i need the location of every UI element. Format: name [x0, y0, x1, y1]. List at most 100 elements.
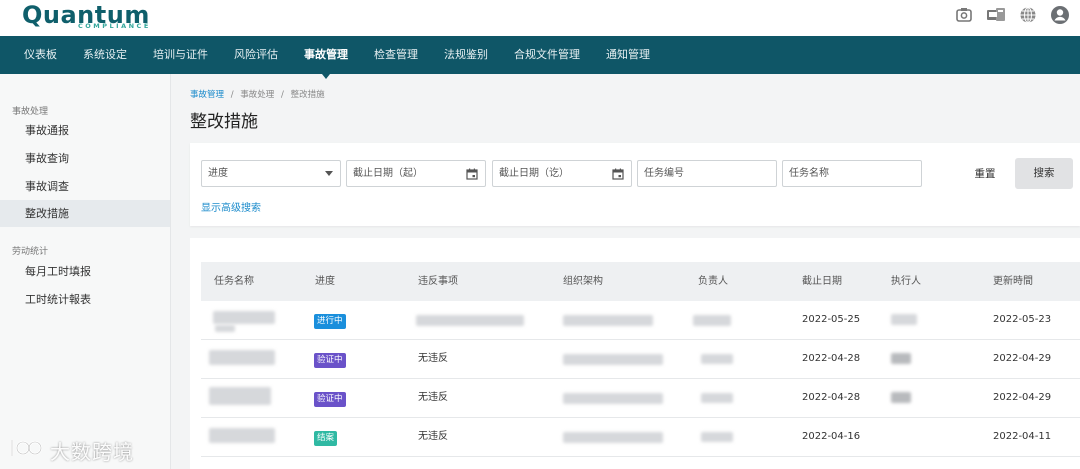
results-table: 任务名称 进度 违反事项 组织架构 负责人 截止日期 执行人 更新時間 进行中 … — [190, 238, 1080, 469]
due-date-from-field[interactable]: 截止日期（起） — [346, 160, 486, 187]
breadcrumb: 事故管理 / 事故处理 / 整改措施 — [190, 88, 325, 100]
nav-item-notifications[interactable]: 通知管理 — [606, 36, 650, 74]
column-header-violation[interactable]: 违反事项 — [418, 262, 458, 301]
redacted-executor — [891, 314, 917, 325]
redacted-task-name — [213, 311, 275, 324]
top-bar: Quantum COMPLIANCE — [0, 0, 1080, 36]
redacted-task-name — [215, 325, 235, 332]
nav-item-training[interactable]: 培训与证件 — [153, 36, 208, 74]
due-date-to-field[interactable]: 截止日期（讫） — [492, 160, 632, 187]
redacted-organization — [563, 432, 663, 443]
progress-select[interactable]: 进度 — [201, 160, 341, 187]
updated-cell: 2022-04-29 — [993, 392, 1052, 403]
due-date-cell: 2022-04-28 — [802, 392, 861, 403]
violation-cell: 无违反 — [418, 353, 448, 364]
updated-cell: 2022-04-11 — [993, 431, 1052, 442]
task-name-input[interactable]: 任务名称 — [782, 160, 922, 187]
column-header-progress[interactable]: 进度 — [315, 262, 335, 301]
updated-cell: 2022-05-23 — [993, 314, 1052, 325]
sidebar-group-title: 劳动统计 — [12, 247, 49, 257]
breadcrumb-item[interactable]: 事故管理 — [190, 90, 224, 100]
redacted-executor — [891, 353, 911, 364]
status-badge: 验证中 — [314, 353, 346, 368]
redacted-owner — [701, 354, 733, 364]
device-icon[interactable] — [986, 5, 1006, 25]
sidebar-group-title: 事故处理 — [12, 107, 49, 117]
redacted-task-name — [209, 387, 271, 405]
redacted-violation — [416, 315, 524, 326]
due-date-from-placeholder: 截止日期（起） — [353, 168, 423, 179]
redacted-organization — [563, 354, 663, 365]
nav-item-regulation[interactable]: 法规鉴别 — [444, 36, 488, 74]
top-icons — [954, 5, 1070, 25]
violation-cell: 无违反 — [418, 392, 448, 403]
due-date-cell: 2022-04-28 — [802, 353, 861, 364]
redacted-owner — [701, 393, 733, 403]
search-button[interactable]: 搜索 — [1015, 158, 1073, 189]
redacted-task-name — [209, 350, 275, 365]
redacted-organization — [563, 393, 663, 404]
redacted-owner — [701, 432, 733, 442]
nav-item-compliance-docs[interactable]: 合规文件管理 — [514, 36, 580, 74]
progress-select-placeholder: 进度 — [208, 168, 228, 179]
sidebar-item-investigation[interactable]: 事故调查 — [0, 173, 170, 200]
table-row[interactable]: 结案 无违反 2022-04-16 2022-04-11 — [201, 418, 1080, 457]
status-badge: 进行中 — [314, 314, 346, 329]
task-number-input[interactable]: 任务编号 — [637, 160, 777, 187]
sidebar-item-monthly-hours[interactable]: 每月工时填报 — [0, 258, 170, 285]
nav-item-risk[interactable]: 风险评估 — [234, 36, 278, 74]
nav-item-dashboard[interactable]: 仪表板 — [24, 36, 57, 74]
filter-panel: 进度 截止日期（起） 截止日期（讫） 任务编号 任务名称 重置 搜索 显示高级搜… — [190, 143, 1080, 226]
sidebar-item-report[interactable]: 事故通报 — [0, 117, 170, 144]
task-name-placeholder: 任务名称 — [789, 168, 829, 179]
status-badge: 验证中 — [314, 392, 346, 407]
redacted-organization — [563, 315, 653, 326]
table-row[interactable]: 验证中 无违反 2022-04-28 2022-04-29 — [201, 340, 1080, 379]
reset-button[interactable]: 重置 — [960, 160, 1010, 188]
redacted-executor — [891, 392, 911, 403]
status-badge: 结案 — [314, 431, 338, 446]
sidebar-item-query[interactable]: 事故查询 — [0, 145, 170, 172]
sidebar-item-hours-report[interactable]: 工时统计報表 — [0, 286, 170, 313]
updated-cell: 2022-04-29 — [993, 353, 1052, 364]
brand-logo[interactable]: Quantum COMPLIANCE — [22, 0, 150, 30]
table-header: 任务名称 进度 违反事项 组织架构 负责人 截止日期 执行人 更新時間 — [201, 262, 1080, 301]
column-header-executor[interactable]: 执行人 — [891, 262, 921, 301]
nav-item-settings[interactable]: 系统设定 — [83, 36, 127, 74]
column-header-organization[interactable]: 组织架构 — [563, 262, 603, 301]
due-date-to-placeholder: 截止日期（讫） — [499, 168, 569, 179]
redacted-owner — [693, 315, 731, 326]
advanced-search-link[interactable]: 显示高级搜索 — [201, 199, 261, 214]
table-row[interactable]: 验证中 无违反 2022-04-28 2022-04-29 — [201, 379, 1080, 418]
breadcrumb-item[interactable]: 事故处理 — [240, 90, 274, 100]
column-header-task-name[interactable]: 任务名称 — [214, 262, 254, 301]
calendar-icon[interactable] — [466, 161, 478, 186]
breadcrumb-separator: / — [281, 90, 284, 100]
violation-cell: 无违反 — [418, 431, 448, 442]
user-icon[interactable] — [1050, 5, 1070, 25]
page-title: 整改措施 — [190, 112, 258, 132]
sidebar-item-corrective-actions[interactable]: 整改措施 — [0, 200, 170, 227]
main-nav: 仪表板 系统设定 培训与证件 风险评估 事故管理 检查管理 法规鉴别 合规文件管… — [0, 36, 1080, 79]
camera-icon[interactable] — [954, 5, 974, 25]
nav-item-incident[interactable]: 事故管理 — [304, 36, 348, 79]
due-date-cell: 2022-04-16 — [802, 431, 861, 442]
due-date-cell: 2022-05-25 — [802, 314, 861, 325]
table-row[interactable]: 进行中 2022-05-25 2022-05-23 — [201, 301, 1080, 340]
watermark-logo-icon — [8, 436, 44, 465]
sidebar: 事故处理 事故通报 事故查询 事故调查 整改措施 劳动统计 每月工时填报 工时统… — [0, 74, 171, 469]
brand-tagline: COMPLIANCE — [78, 22, 151, 30]
caret-down-icon — [325, 161, 333, 186]
breadcrumb-separator: / — [230, 90, 234, 100]
column-header-owner[interactable]: 负责人 — [698, 262, 728, 301]
column-header-updated[interactable]: 更新時間 — [993, 262, 1033, 301]
globe-icon[interactable] — [1018, 5, 1038, 25]
watermark: 大数跨境 — [8, 436, 134, 465]
watermark-text: 大数跨境 — [50, 440, 134, 464]
column-header-due-date[interactable]: 截止日期 — [802, 262, 842, 301]
task-number-placeholder: 任务编号 — [644, 168, 684, 179]
redacted-task-name — [209, 428, 275, 443]
breadcrumb-item: 整改措施 — [290, 90, 325, 100]
nav-item-inspection[interactable]: 检查管理 — [374, 36, 418, 74]
calendar-icon[interactable] — [612, 161, 624, 186]
